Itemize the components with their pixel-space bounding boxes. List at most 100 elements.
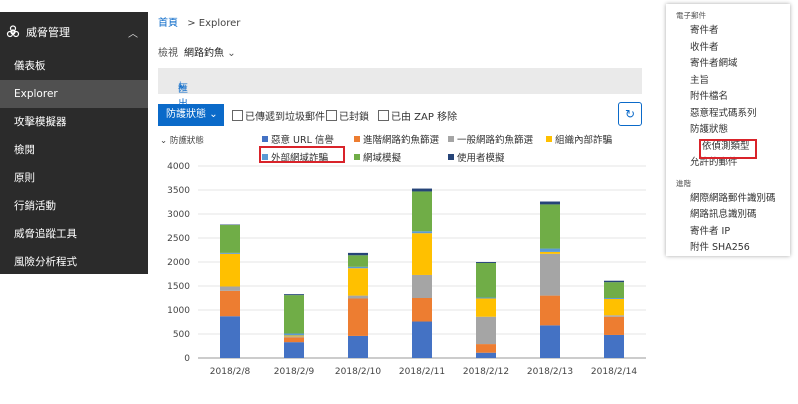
filter-option[interactable]: 收件者 (666, 40, 790, 57)
legend-item[interactable]: 進階網路釣魚篩選 (354, 132, 439, 146)
bar-segment[interactable] (220, 252, 240, 254)
bar-segment[interactable] (476, 262, 496, 263)
bar-segment[interactable] (220, 253, 240, 287)
filter-option[interactable]: 寄件者 (666, 23, 790, 40)
bar-segment[interactable] (284, 294, 304, 296)
sidebar-item[interactable]: Explorer (0, 80, 148, 108)
bar-segment[interactable] (412, 298, 432, 322)
bar-segment[interactable] (348, 268, 368, 296)
legend-title-label: 防護狀態 (169, 136, 204, 146)
bar-segment[interactable] (284, 336, 304, 338)
bar-segment[interactable] (284, 337, 304, 343)
y-tick-label: 1500 (167, 282, 190, 292)
legend-title[interactable]: ⌄ 防護狀態 (160, 134, 204, 146)
checkbox-box[interactable] (378, 110, 389, 121)
checkbox-blocked[interactable]: 已封鎖 (326, 108, 369, 123)
sidebar-item[interactable]: 威脅追蹤工具 (0, 220, 148, 248)
checkbox-zap[interactable]: 已由 ZAP 移除 (378, 108, 457, 123)
chevron-up-icon[interactable]: ︿ (128, 25, 138, 40)
bar-segment[interactable] (540, 204, 560, 249)
bar-segment[interactable] (476, 316, 496, 345)
sidebar-section-threat-management[interactable]: 威脅管理 ︿ (0, 12, 148, 52)
bar-segment[interactable] (348, 335, 368, 358)
filter-option[interactable]: 防護狀態 (666, 122, 790, 139)
legend-label: 一般網路釣魚篩選 (457, 135, 534, 146)
legend-item[interactable]: 惡意 URL 信譽 (262, 132, 334, 146)
filter-option[interactable]: 網路訊息識別碼 (666, 207, 790, 224)
bar-segment[interactable] (540, 325, 560, 358)
legend-label: 進階網路釣魚篩選 (363, 135, 440, 146)
x-tick-label: 2018/2/12 (463, 367, 509, 377)
bar-segment[interactable] (284, 342, 304, 358)
bar-segment[interactable] (348, 252, 368, 256)
bar-segment[interactable] (220, 286, 240, 291)
filter-option[interactable]: 網際網路郵件識別碼 (666, 191, 790, 208)
bar-segment[interactable] (604, 298, 624, 299)
filter-option[interactable]: 寄件者網域 (666, 56, 790, 73)
y-tick-label: 0 (184, 354, 190, 364)
protection-status-dropdown[interactable]: 防護狀態 ⌄ (158, 104, 224, 126)
sidebar-item[interactable]: 風險分析程式 (0, 248, 148, 276)
bar-segment[interactable] (412, 231, 432, 234)
sidebar-item[interactable]: 檢閱 (0, 136, 148, 164)
bar-segment[interactable] (348, 255, 368, 267)
bar-segment[interactable] (540, 248, 560, 252)
panel-section-advanced: 進階 (676, 178, 691, 188)
bar-segment[interactable] (604, 282, 624, 298)
bar-segment[interactable] (412, 274, 432, 298)
bar-segment[interactable] (476, 298, 496, 317)
sidebar: 威脅管理 ︿ 儀表板 Explorer 攻擊模擬器 檢閱 原則 行銷活動 威脅追蹤工具 風險分… (0, 12, 148, 274)
bar-segment[interactable] (604, 334, 624, 358)
filter-option[interactable]: 主旨 (666, 73, 790, 90)
bar-segment[interactable] (412, 191, 432, 232)
stacked-bar-chart: 0 500 1000 1500 2000 2500 3000 3500 4000 2018/2/8… (167, 162, 646, 377)
y-tick-label: 4000 (167, 162, 190, 172)
bar-segment[interactable] (220, 316, 240, 358)
bar-segment[interactable] (540, 295, 560, 326)
filter-option[interactable]: 附件 SHA256 (666, 240, 790, 257)
checkbox-box[interactable] (232, 110, 243, 121)
checkbox-box[interactable] (326, 110, 337, 121)
sidebar-item[interactable]: 儀表板 (0, 52, 148, 80)
panel-section-email: 電子郵件 (676, 11, 706, 20)
checkbox-junk[interactable]: 已傳遞到垃圾郵件 (232, 108, 325, 123)
bar-segment[interactable] (604, 315, 624, 317)
breadcrumb-home-link[interactable]: 首頁 (158, 18, 178, 29)
bar-segment[interactable] (348, 298, 368, 336)
filter-option[interactable]: 寄件者 IP (666, 224, 790, 241)
sidebar-item[interactable]: 攻擊模擬器 (0, 108, 148, 136)
view-selector[interactable]: 檢視 網路釣魚 ⌄ (158, 44, 236, 59)
bar-segment[interactable] (220, 225, 240, 253)
bar-segment[interactable] (412, 233, 432, 275)
bar-segment[interactable] (604, 280, 624, 283)
sidebar-item[interactable]: 原則 (0, 164, 148, 192)
biohazard-icon (6, 25, 20, 38)
bar-segment[interactable] (476, 262, 496, 298)
bar-segment[interactable] (284, 295, 304, 334)
filter-option[interactable]: 附件檔名 (666, 89, 790, 106)
refresh-icon[interactable]: ↻ (618, 102, 642, 126)
x-tick-label: 2018/2/8 (210, 367, 251, 377)
bar-segment[interactable] (348, 266, 368, 269)
bar-segment[interactable] (284, 335, 304, 337)
sidebar-item[interactable]: 行銷活動 (0, 192, 148, 220)
checkbox-zap-label: 已由 ZAP 移除 (391, 112, 458, 123)
x-tick-label: 2018/2/11 (399, 367, 445, 377)
chevron-down-icon: ⌄ (209, 109, 218, 120)
filter-option[interactable]: 惡意程式碼系列 (666, 106, 790, 123)
bar-segment[interactable] (604, 316, 624, 335)
bar-segment[interactable] (412, 321, 432, 358)
bar-segment[interactable] (476, 352, 496, 358)
bar-segment[interactable] (220, 290, 240, 317)
bar-segment[interactable] (476, 297, 496, 299)
bar-segment[interactable] (348, 295, 368, 299)
legend-item[interactable]: 一般網路釣魚篩選 (448, 132, 533, 146)
legend-item[interactable]: 組織內部詐騙 (546, 132, 612, 146)
bar-segment[interactable] (540, 251, 560, 254)
bar-segment[interactable] (476, 344, 496, 353)
bar-segment[interactable] (604, 298, 624, 316)
bar-segment[interactable] (540, 253, 560, 296)
bar-segment[interactable] (284, 333, 304, 336)
bar-segment[interactable] (412, 188, 432, 192)
bar-segment[interactable] (540, 201, 560, 205)
